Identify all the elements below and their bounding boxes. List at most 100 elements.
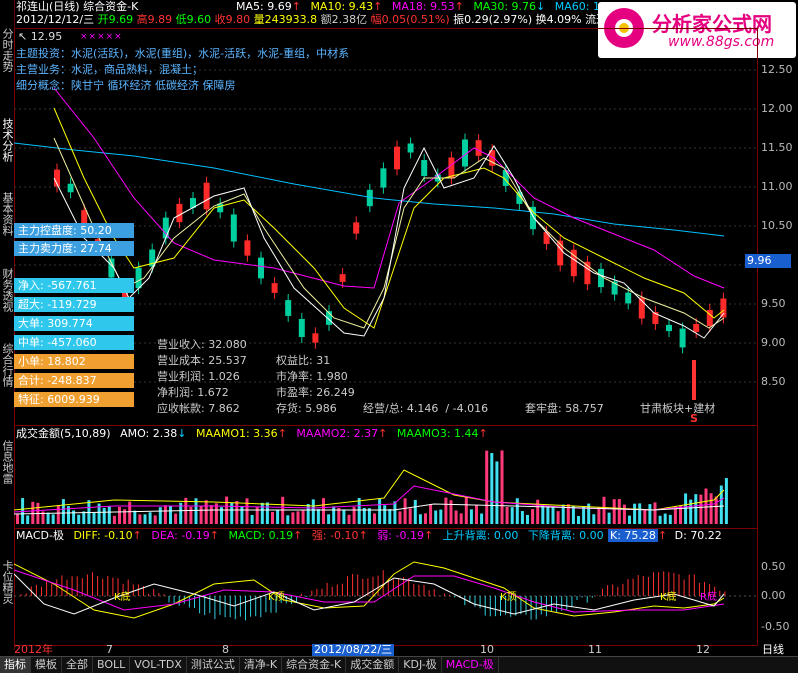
tab-fund-k[interactable]: 综合资金-K: [282, 657, 347, 673]
sidebar-tab-finance[interactable]: 财务透视: [0, 268, 14, 312]
candle-body: [176, 203, 183, 223]
current-price-tag: 9.96: [745, 254, 791, 268]
volume-bar: [633, 503, 637, 524]
amo-value: AMO: 2.38: [120, 427, 178, 440]
volume-bar: [347, 514, 351, 524]
lock-ratio: 套牢盘: 58.757: [525, 402, 604, 415]
volume-bar: [515, 498, 519, 524]
candle-body: [407, 143, 414, 153]
sidebar-tab-quotes[interactable]: 综合行情: [0, 343, 14, 387]
diff-value: DIFF: -0.10: [73, 529, 133, 542]
tab-indicator[interactable]: 指标: [0, 657, 31, 673]
volume-bar: [316, 509, 320, 524]
quote-close: 收9.80: [214, 13, 251, 26]
candle-body: [312, 333, 319, 343]
volume-bar: [26, 515, 30, 524]
volume-bar: [138, 514, 142, 524]
volume-bar: [617, 499, 621, 524]
tab-amount[interactable]: 成交金额: [346, 657, 400, 673]
volume-bar: [102, 507, 106, 524]
ma5-line: [53, 145, 725, 339]
quote-open: 开9.69: [97, 13, 134, 26]
price-axis: 12.50 12.00 11.50 11.00 10.50 9.50 9.00 …: [757, 28, 798, 424]
volume-bar: [322, 498, 325, 524]
maamo3-arrow: ↑: [478, 427, 488, 440]
volume-bar: [520, 511, 524, 524]
volume-bar: [709, 493, 713, 524]
volume-bar: [434, 510, 438, 524]
volume-bar: [602, 496, 606, 524]
tab-kdj[interactable]: KDJ-极: [399, 657, 442, 673]
fin-cost: 营业成本: 25.537: [157, 354, 247, 367]
volume-bar: [653, 502, 657, 524]
volume-bar: [459, 513, 463, 524]
macd-value: MACD: 0.19: [228, 529, 294, 542]
volume-bar: [490, 453, 494, 524]
volume-bar: [291, 512, 295, 524]
volume-bar: [612, 499, 616, 524]
candle-body: [285, 300, 292, 316]
ma5-value: MA5: 9.69: [236, 0, 292, 13]
candle-body: [380, 168, 387, 188]
volume-bar: [638, 503, 642, 524]
volume-bar: [699, 494, 703, 524]
volume-bar: [46, 512, 50, 524]
volume-bar: [327, 514, 331, 524]
volume-bar: [378, 498, 382, 524]
tab-test-formula[interactable]: 测试公式: [187, 657, 240, 673]
volume-bar: [296, 511, 300, 524]
ma10-value: MA10: 9.43: [310, 0, 374, 13]
sidebar-tab-profile[interactable]: 基本资料: [0, 192, 14, 236]
sidebar-tab-technical[interactable]: 技术分析: [0, 118, 14, 162]
volume-bar: [592, 514, 596, 524]
macd-title[interactable]: MACD-极: [16, 529, 64, 542]
sidebar-tab-intraday[interactable]: 分时走势: [0, 28, 14, 72]
ma5-arrow: ↑: [291, 0, 301, 13]
volume-bar: [663, 513, 667, 524]
indicator-mode[interactable]: 综合资金-K: [83, 0, 138, 13]
macd-mark-5: R底: [700, 592, 717, 603]
ma18-arrow: ↑: [454, 0, 464, 13]
volume-bar: [367, 508, 371, 524]
tab-template[interactable]: 模板: [31, 657, 62, 673]
tab-all[interactable]: 全部: [62, 657, 93, 673]
volume-bar: [301, 509, 305, 524]
price-tick: 9.00: [761, 336, 786, 349]
ma18-line: [53, 107, 725, 329]
volume-bar: [469, 509, 473, 524]
period-label[interactable]: 日线: [762, 644, 784, 656]
candle-body: [203, 182, 210, 210]
header-row-2: 2012/12/12/三 开9.69 高9.89 低9.60 收9.80 量24…: [16, 13, 607, 27]
volume-bar: [189, 506, 193, 524]
volume-bar: [597, 507, 601, 524]
volume-bar: [536, 499, 540, 524]
candle-body: [162, 217, 169, 239]
volume-bar: [556, 511, 560, 524]
volume-bar: [276, 509, 280, 524]
volume-bar: [51, 514, 55, 524]
volume-bar: [439, 509, 443, 524]
volume-bar: [577, 515, 580, 524]
sell-signal: S: [690, 412, 698, 425]
candle-body: [720, 298, 727, 318]
header-row-1: 祁连山(日线) 综合资金-K: [16, 0, 138, 14]
financials-left: 营业收入: 32.080 营业成本: 25.537 营业利润: 1.026 净利…: [157, 336, 247, 416]
volume-bar: [643, 510, 647, 524]
volume-bar: [694, 494, 698, 524]
macd-mark-1: K底: [114, 592, 131, 603]
date-tick: 7: [106, 643, 113, 656]
macd-axis: 0.50 0.00 -0.50: [757, 544, 798, 644]
sidebar-tab-news[interactable]: 信息地雷: [0, 440, 14, 484]
volume-bar: [500, 450, 504, 524]
tab-boll[interactable]: BOLL: [93, 657, 131, 673]
fund-flow-label: 主力卖力度: 27.74: [14, 241, 134, 256]
volume-bar: [393, 501, 397, 524]
sidebar-tab-spirit[interactable]: 卡位精灵: [0, 560, 14, 604]
fund-flow-label: 大单: 309.774: [14, 316, 134, 331]
tab-macd[interactable]: MACD-极: [442, 657, 499, 673]
volume-bar: [153, 515, 157, 524]
tab-qingjing-k[interactable]: 清净-K: [240, 657, 283, 673]
volume-title[interactable]: 成交金额(5,10,89): [16, 427, 111, 440]
volume-bar: [342, 509, 346, 524]
tab-vol-tdx[interactable]: VOL-TDX: [130, 657, 187, 673]
